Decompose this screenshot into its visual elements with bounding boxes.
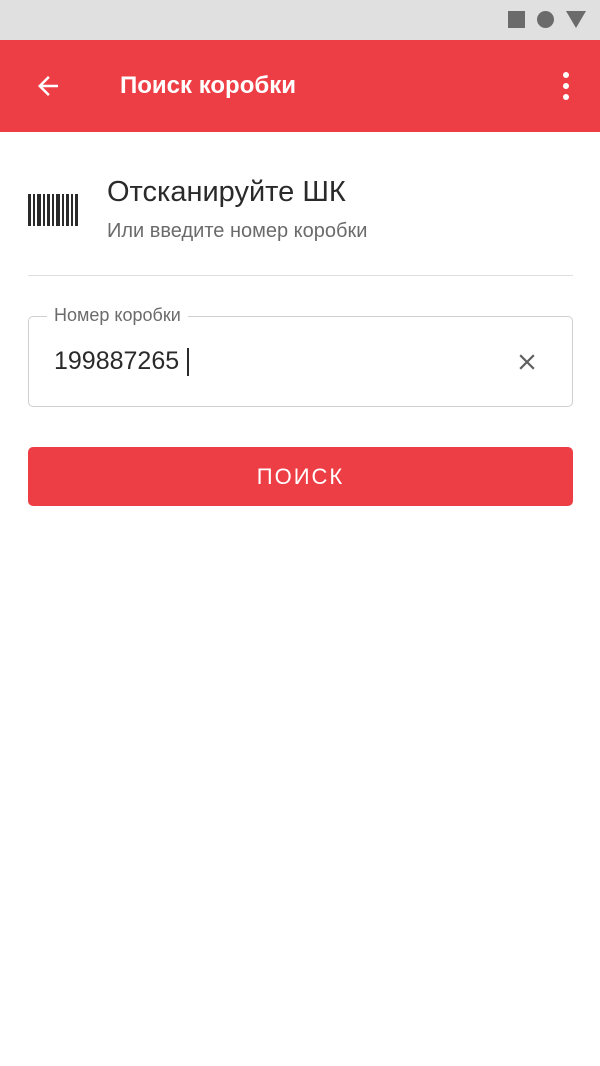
box-number-label: Номер коробки [47,305,188,326]
close-icon [519,354,535,370]
box-number-field[interactable]: Номер коробки 199887265 [28,305,573,407]
circle-icon [537,11,554,28]
status-icons [508,11,586,28]
more-vert-icon [563,72,569,100]
arrow-back-icon [38,76,58,96]
box-number-input[interactable]: 199887265 [54,347,190,376]
box-number-value: 199887265 [54,347,180,375]
app-bar: Поиск коробки [0,40,600,132]
scan-title: Отсканируйте ШК [107,176,346,208]
scan-subtitle: Или введите номер коробки [107,220,368,242]
scan-header: Отсканируйте ШК Или введите номер коробк… [0,132,600,276]
search-button[interactable]: ПОИСК [28,447,573,506]
clear-button[interactable] [504,339,550,385]
back-button[interactable] [24,62,72,110]
barcode-icon [28,194,78,226]
status-bar [0,0,600,40]
divider [28,275,573,276]
more-menu-button[interactable] [524,62,572,110]
triangle-icon [566,11,586,28]
text-caret [187,347,190,376]
page-title: Поиск коробки [120,72,296,99]
square-icon [508,11,525,28]
